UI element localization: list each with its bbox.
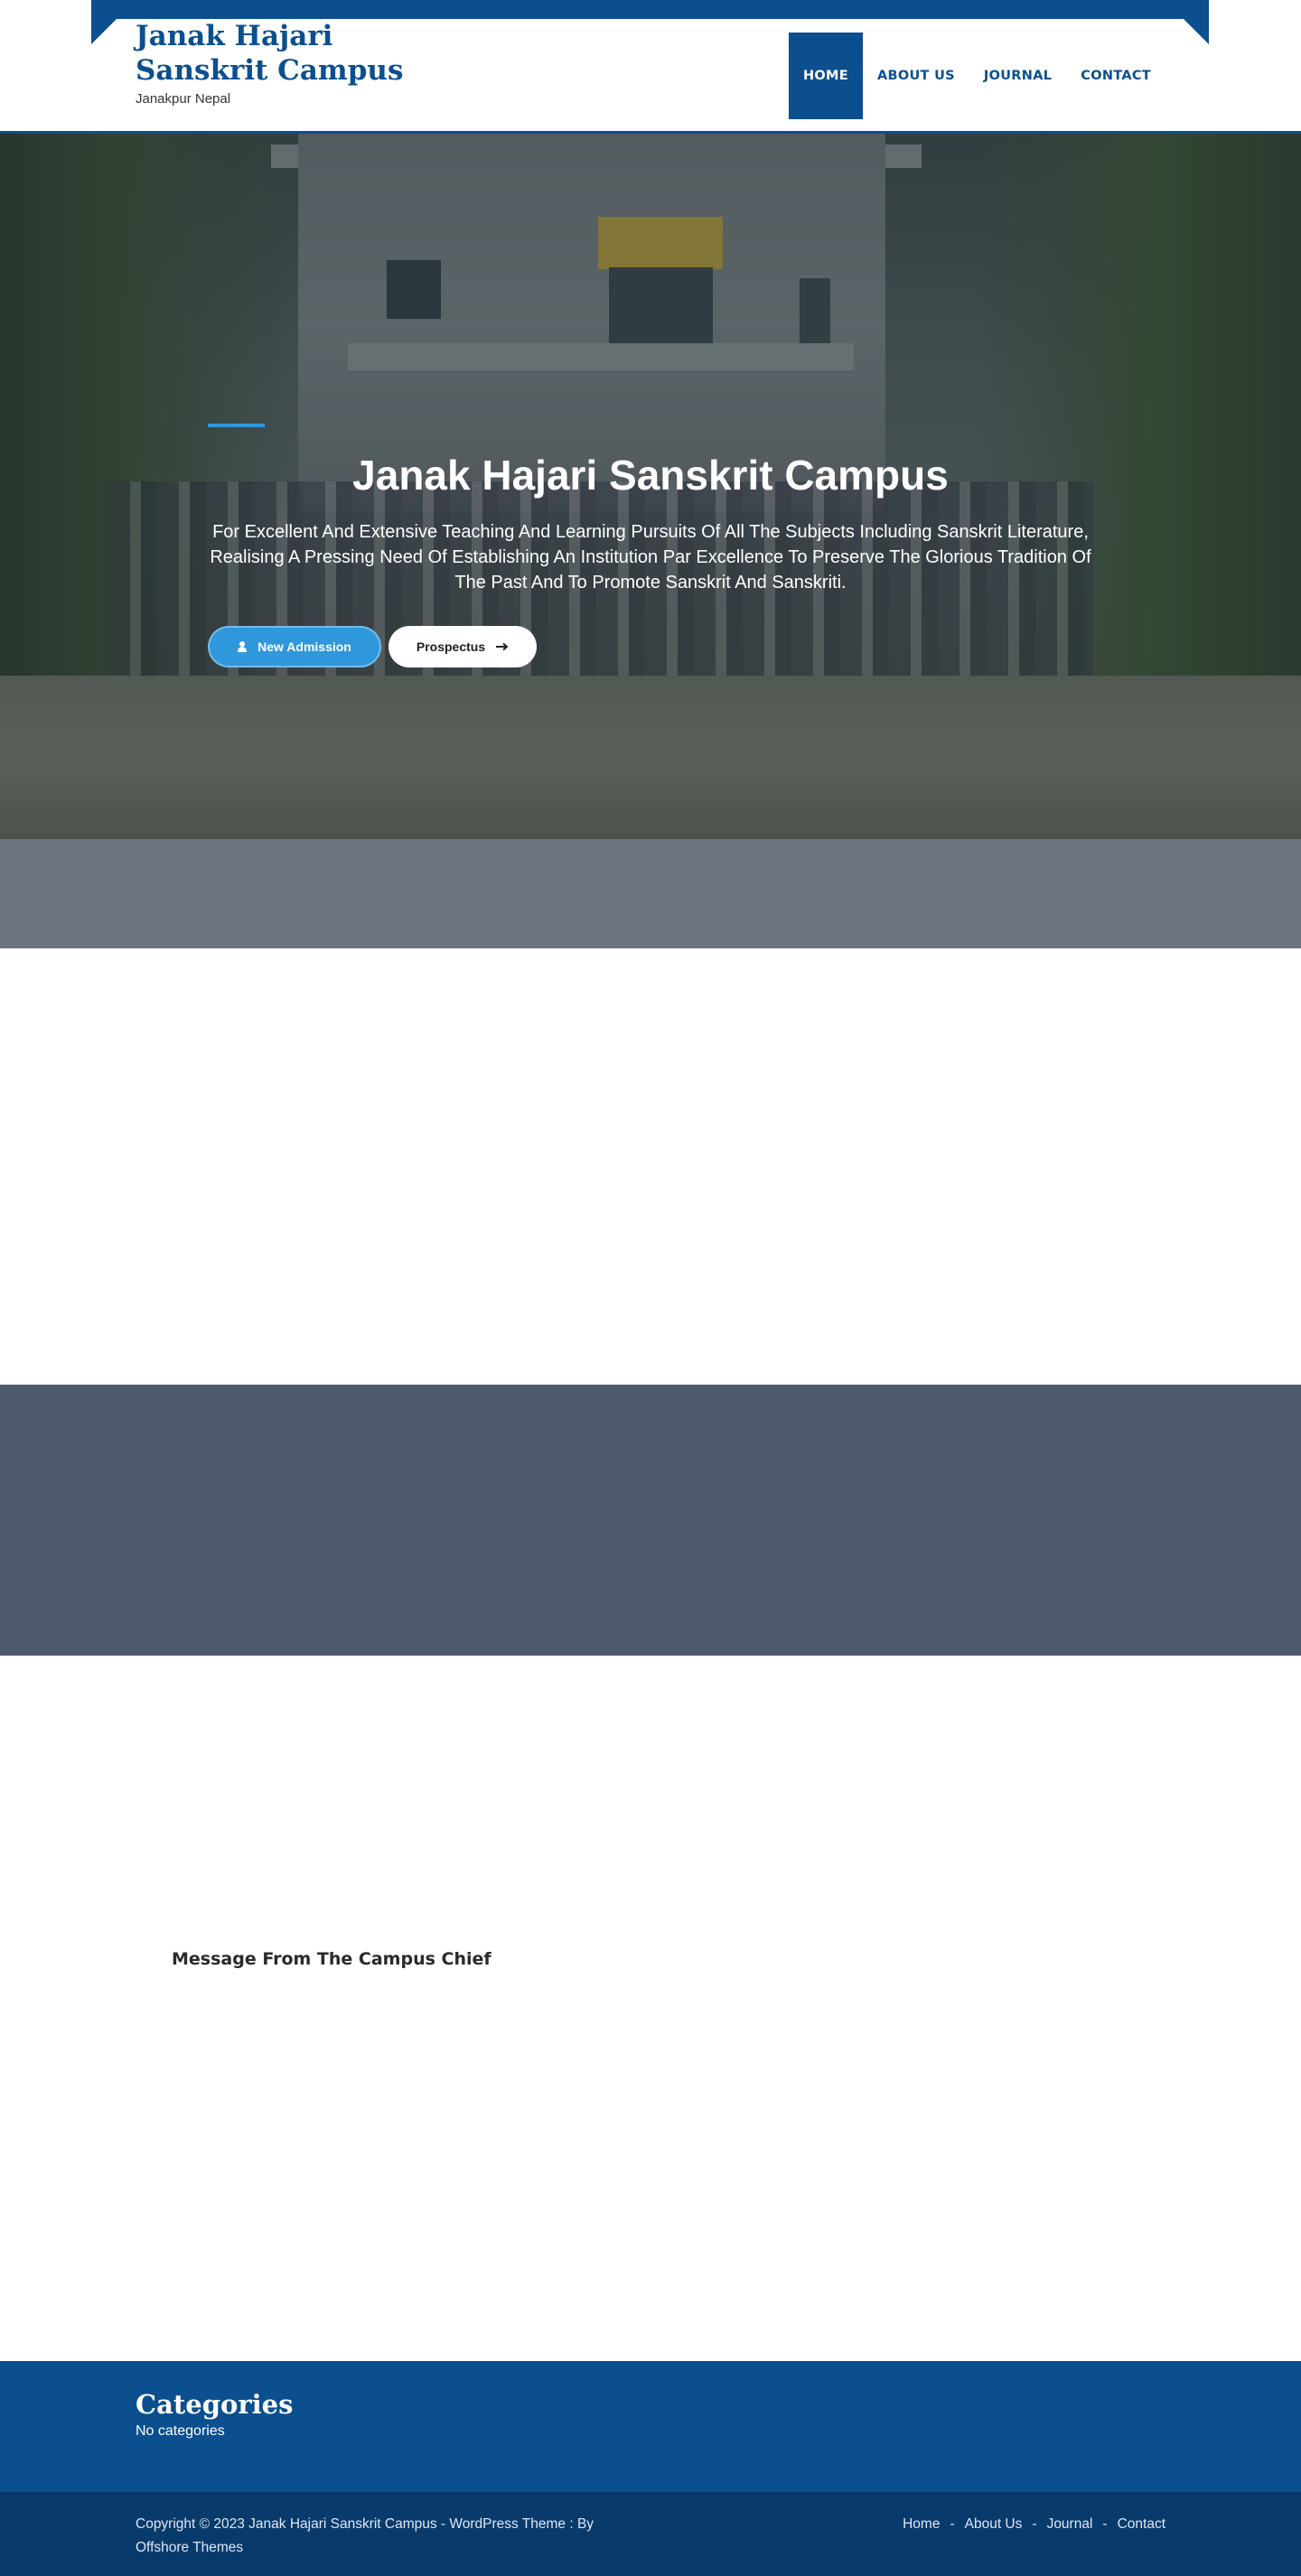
footer-link-about-us[interactable]: About Us [965, 2513, 1023, 2536]
main-nav: HOME ABOUT US JOURNAL CONTACT [788, 33, 1165, 119]
message-title: Message From The Campus Chief [172, 1949, 491, 1969]
header-right-ribbon [1165, 0, 1209, 44]
hero-banner: Janak Hajari Sanskrit Campus For Excelle… [0, 134, 1301, 839]
site-tagline: Janakpur Nepal [136, 91, 231, 107]
hero-accent-line [208, 424, 265, 427]
footer-link-home[interactable]: Home [903, 2513, 940, 2536]
new-admission-label: New Admission [257, 639, 351, 654]
nav-item-about-us[interactable]: ABOUT US [863, 33, 969, 119]
footer-link-journal[interactable]: Journal [1047, 2513, 1093, 2536]
section-placeholder-gray [0, 839, 1301, 948]
footer-bottom-bar: Copyright © 2023 Janak Hajari Sanskrit C… [0, 2492, 1301, 2576]
header-top-band [91, 0, 1209, 19]
new-admission-button[interactable]: New Admission [208, 626, 381, 667]
arrow-right-icon [496, 639, 509, 654]
hero-title: Janak Hajari Sanskrit Campus [352, 452, 949, 499]
footer-separator: - [950, 2516, 955, 2532]
message-section [0, 1656, 1301, 2362]
footer-link-contact[interactable]: Contact [1118, 2513, 1165, 2536]
site-header: Janak Hajari Sanskrit Campus Janakpur Ne… [0, 0, 1301, 134]
footer-nav: Home - About Us - Journal - Contact [903, 2513, 1165, 2536]
categories-empty-text: No categories [136, 2423, 225, 2439]
prospectus-button[interactable]: Prospectus [388, 626, 537, 667]
header-left-ribbon [91, 0, 136, 44]
nav-item-home[interactable]: HOME [788, 33, 863, 119]
footer-separator: - [1102, 2516, 1108, 2532]
header-inner: Janak Hajari Sanskrit Campus Janakpur Ne… [136, 19, 1165, 131]
nav-item-contact[interactable]: CONTACT [1066, 33, 1165, 119]
site-title-link[interactable]: Janak Hajari Sanskrit Campus [136, 19, 425, 88]
section-placeholder-slate [0, 1385, 1301, 1656]
user-icon [238, 641, 248, 652]
categories-title: Categories [136, 2389, 294, 2420]
footer-widgets: Categories No categories [0, 2361, 1301, 2492]
prospectus-label: Prospectus [416, 639, 486, 654]
nav-item-journal[interactable]: JOURNAL [969, 33, 1066, 119]
section-placeholder-white [0, 948, 1301, 1385]
footer-separator: - [1032, 2516, 1037, 2532]
hero-description: For Excellent And Extensive Teaching And… [210, 522, 1091, 593]
copyright-text: Copyright © 2023 Janak Hajari Sanskrit C… [136, 2516, 594, 2555]
